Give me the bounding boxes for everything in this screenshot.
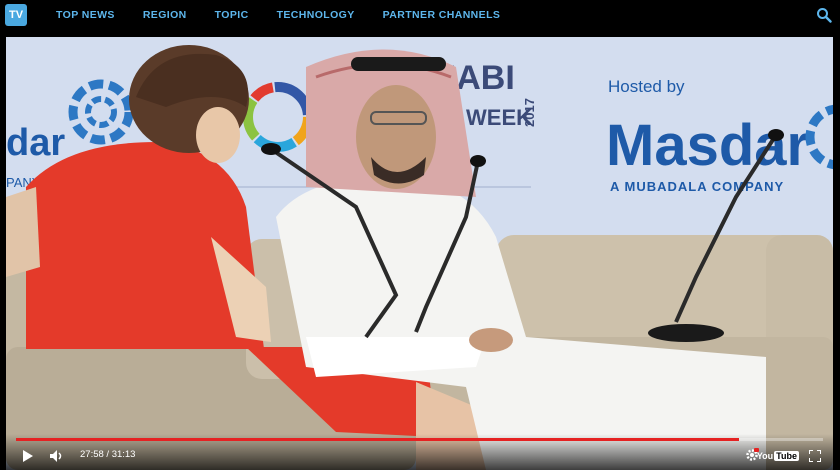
host-tagline: A MUBADALA COMPANY: [610, 179, 784, 194]
youtube-box: Tube: [774, 451, 799, 461]
event-year: 2017: [522, 98, 537, 127]
player-controls: 27:58 / 31:13 You Tube: [6, 434, 833, 470]
nav-topic[interactable]: TOPIC: [215, 9, 249, 21]
nav-top-news[interactable]: TOP NEWS: [56, 9, 115, 21]
nav-region[interactable]: REGION: [143, 9, 187, 21]
fullscreen-icon[interactable]: [809, 450, 821, 462]
volume-icon[interactable]: [50, 450, 64, 462]
play-icon[interactable]: [22, 450, 34, 462]
main-nav: TOP NEWS REGION TOPIC TECHNOLOGY PARTNER…: [56, 0, 528, 30]
nav-partner-channels[interactable]: PARTNER CHANNELS: [383, 9, 501, 21]
video-player[interactable]: dar PANY ABU DHABI WEEK 2017 Hosted by M…: [6, 37, 833, 470]
left-brand-text: dar: [6, 122, 65, 164]
time-display: 27:58 / 31:13: [80, 449, 136, 460]
nav-technology[interactable]: TECHNOLOGY: [277, 9, 355, 21]
video-frame: dar PANY ABU DHABI WEEK 2017 Hosted by M…: [6, 37, 833, 470]
progress-fill: [16, 438, 740, 441]
site-logo[interactable]: TV: [5, 4, 27, 26]
host-name: Masdar: [606, 113, 809, 178]
youtube-logo[interactable]: You Tube: [757, 451, 799, 461]
hosted-by-label: Hosted by: [608, 77, 685, 96]
top-navigation-bar: TV TOP NEWS REGION TOPIC TECHNOLOGY PART…: [0, 0, 840, 30]
search-icon[interactable]: [816, 7, 832, 23]
youtube-label: You: [756, 451, 774, 461]
progress-bar[interactable]: [16, 438, 823, 441]
